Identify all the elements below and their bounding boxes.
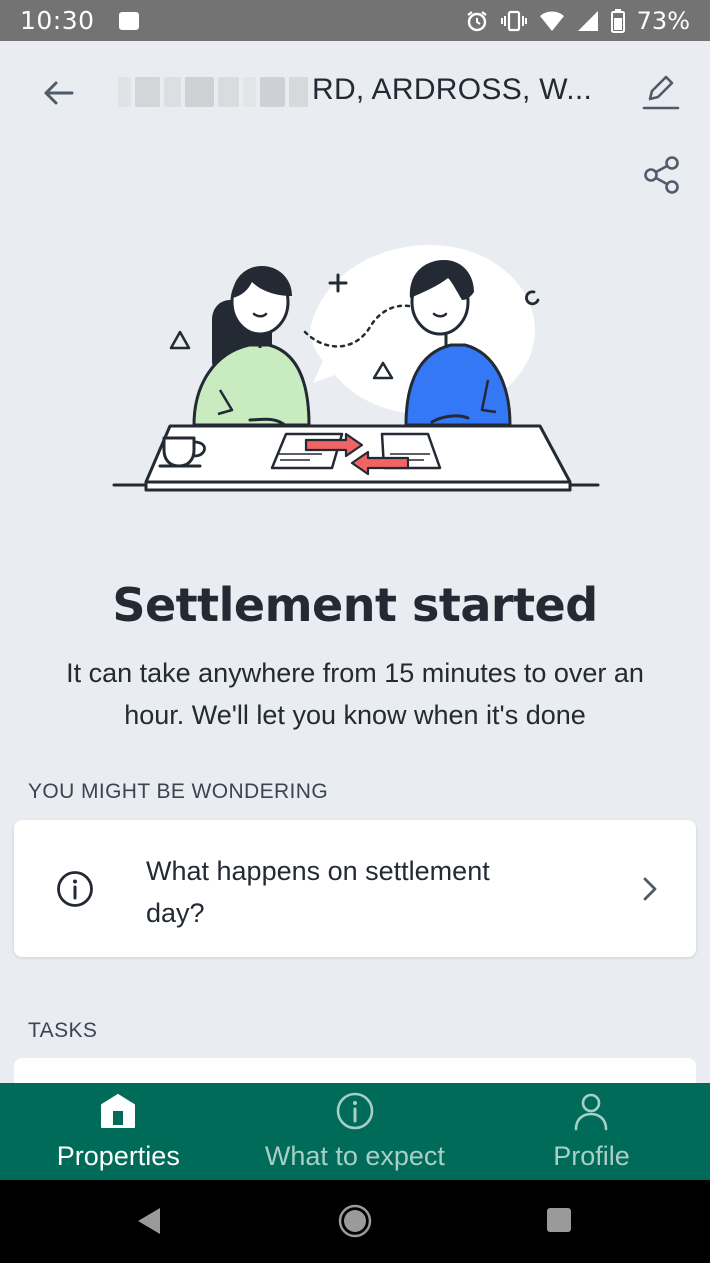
address-redacted	[118, 71, 309, 113]
alarm-icon	[466, 10, 487, 31]
bottom-nav: Properties What to expect Profile	[0, 1083, 710, 1180]
wifi-icon	[539, 11, 564, 31]
nav-label-profile: Profile	[553, 1141, 630, 1171]
nav-item-profile[interactable]: Profile	[473, 1083, 710, 1180]
nav-item-properties[interactable]: Properties	[0, 1083, 237, 1180]
nav-label-what-to-expect: What to expect	[264, 1141, 445, 1171]
image-icon	[118, 11, 139, 30]
profile-icon	[575, 1093, 608, 1131]
vibrate-icon	[500, 10, 527, 31]
faq-question: What happens on settlement day?	[146, 856, 490, 928]
chevron-right-icon	[643, 877, 657, 901]
edit-pencil-icon	[642, 75, 680, 110]
back-button[interactable]	[38, 73, 78, 113]
nav-home-icon[interactable]	[338, 1204, 372, 1238]
app-header: RD, ARDROSS, W...	[0, 41, 710, 141]
share-button[interactable]	[641, 154, 683, 196]
signal-icon	[577, 10, 598, 31]
status-time: 10:30	[20, 6, 95, 35]
system-nav-bar	[0, 1180, 710, 1263]
page-title: Settlement started	[112, 578, 598, 632]
nav-back-icon[interactable]	[135, 1206, 163, 1236]
page-subtext: It can take anywhere from 15 minutes to …	[66, 658, 644, 730]
home-icon	[101, 1094, 136, 1128]
info-icon	[57, 871, 93, 907]
back-arrow-icon	[44, 81, 74, 105]
status-bar: 10:30 73%	[0, 0, 710, 41]
property-address: RD, ARDROSS, W...	[312, 73, 593, 106]
battery-percent: 73%	[636, 6, 690, 35]
settlement-illustration	[112, 245, 600, 492]
faq-card-settlement-day[interactable]: What happens on settlement day?	[14, 820, 696, 957]
nav-label-properties: Properties	[56, 1141, 180, 1171]
nav-recents-icon[interactable]	[546, 1207, 572, 1233]
battery-icon	[610, 8, 625, 33]
share-icon	[644, 156, 679, 194]
nav-item-what-to-expect[interactable]: What to expect	[237, 1083, 474, 1180]
tasks-section-label: TASKS	[28, 1019, 98, 1042]
info-icon	[336, 1092, 374, 1130]
wondering-section-label: YOU MIGHT BE WONDERING	[28, 780, 329, 803]
edit-button[interactable]	[640, 71, 680, 111]
